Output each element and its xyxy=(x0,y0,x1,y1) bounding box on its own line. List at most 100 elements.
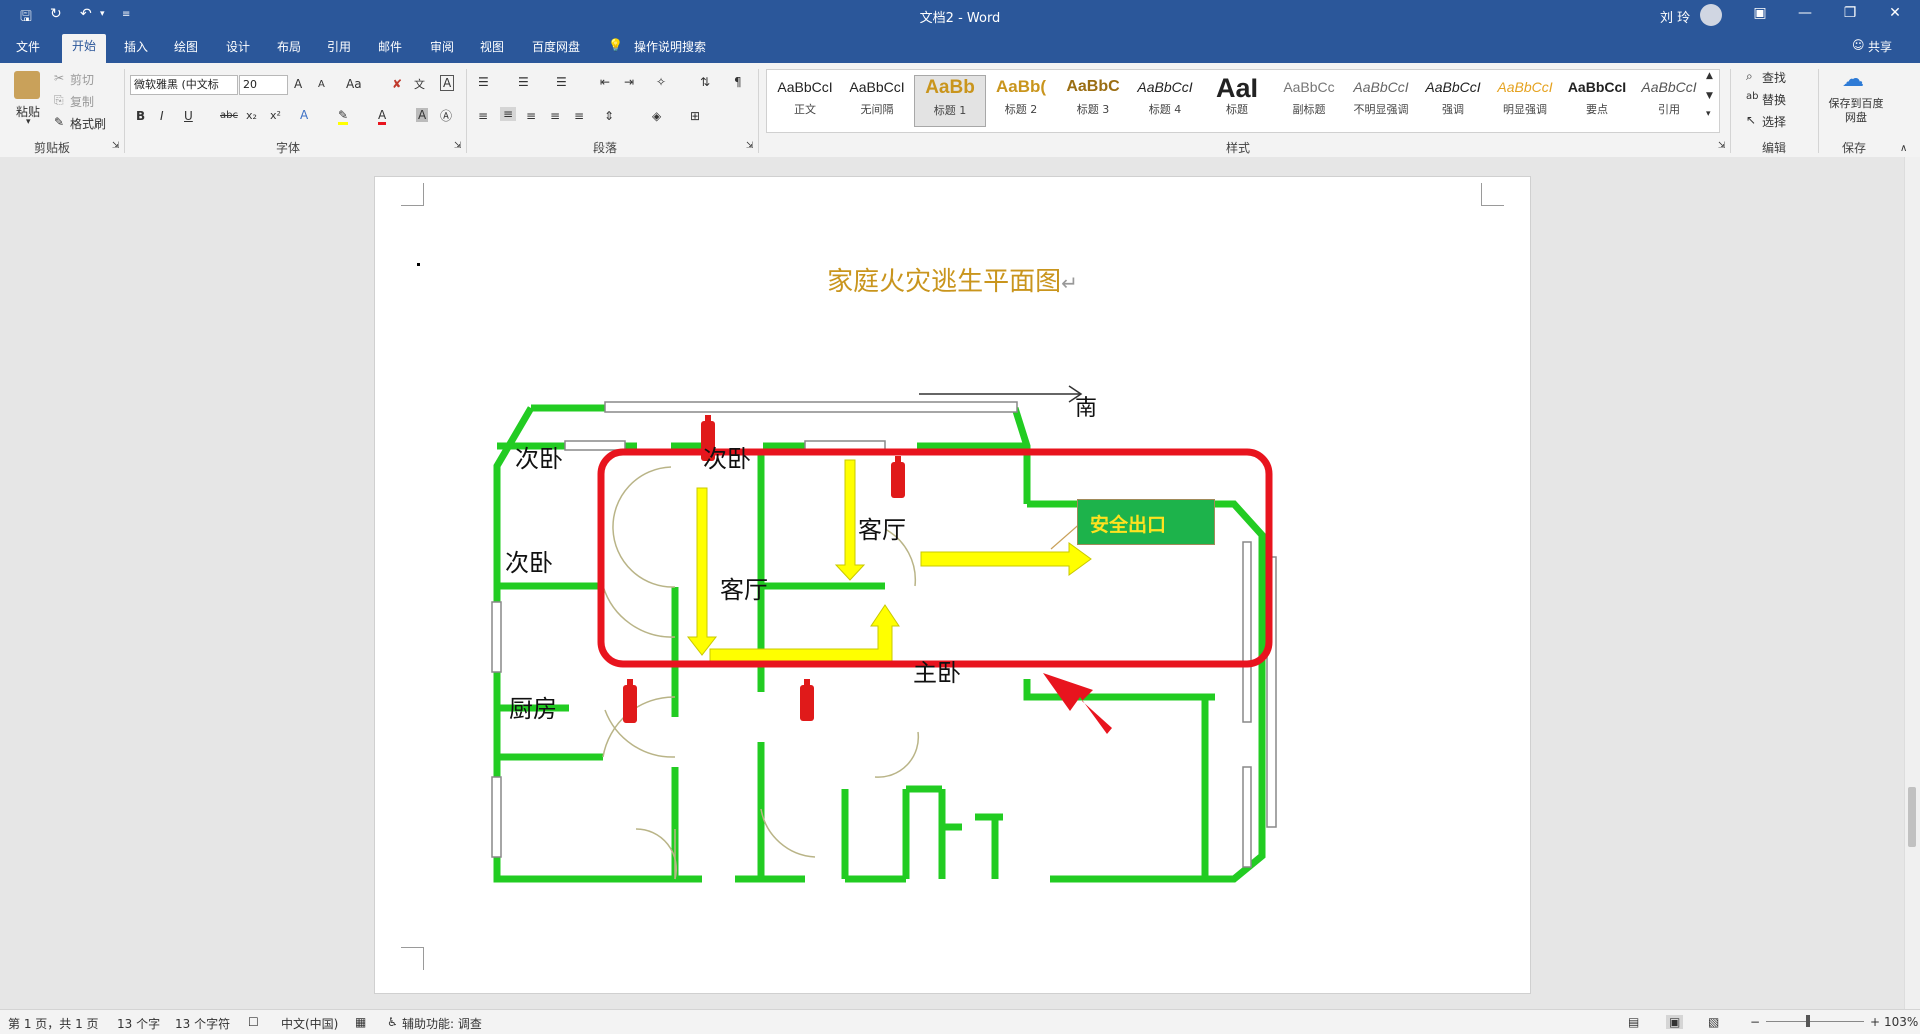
decrease-indent-icon[interactable]: ⇤ xyxy=(600,75,610,89)
dialog-launcher-icon[interactable]: ⇲ xyxy=(112,141,120,151)
underline-button[interactable]: U xyxy=(184,109,193,123)
macro-icon[interactable]: ▦ xyxy=(355,1015,366,1029)
tab-review[interactable]: 审阅 xyxy=(430,38,454,55)
change-case-button[interactable]: Aa xyxy=(346,77,362,91)
tab-draw[interactable]: 绘图 xyxy=(174,38,198,55)
zoom-out-icon[interactable]: − xyxy=(1750,1015,1760,1029)
tab-design[interactable]: 设计 xyxy=(226,38,250,55)
replace-icon[interactable]: ab xyxy=(1746,91,1758,102)
zoom-in-icon[interactable]: + xyxy=(1870,1015,1880,1029)
cut-icon[interactable]: ✂ xyxy=(54,71,64,85)
bold-button[interactable]: B xyxy=(136,109,145,123)
font-name-select[interactable]: 微软雅黑 (中文标 xyxy=(130,75,238,95)
superscript-button[interactable]: x² xyxy=(270,109,281,122)
tab-home[interactable]: 开始 xyxy=(62,34,107,63)
save-to-baidu-button[interactable]: 保存到百度网盘 xyxy=(1826,97,1886,125)
page-count[interactable]: 第 1 页，共 1 页 xyxy=(8,1015,99,1032)
style-emphasis[interactable]: AaBbCcI 强调 xyxy=(1418,75,1488,125)
more-styles-icon[interactable]: ▾ xyxy=(1706,109,1711,119)
baidu-netdisk-icon[interactable]: ☁ xyxy=(1842,67,1864,92)
style-heading-4[interactable]: AaBbCcI 标题 4 xyxy=(1130,75,1200,125)
format-painter-button[interactable]: 格式刷 xyxy=(70,115,106,132)
scrollbar-thumb[interactable] xyxy=(1908,787,1916,847)
find-button[interactable]: 查找 xyxy=(1762,69,1786,86)
character-shading-icon[interactable]: A xyxy=(416,108,429,122)
accessibility-status[interactable]: 辅助功能: 调查 xyxy=(402,1015,482,1032)
style-intense-emphasis[interactable]: AaBbCcI 明显强调 xyxy=(1490,75,1560,125)
align-right-icon[interactable]: ≡ xyxy=(526,109,536,123)
paste-icon[interactable] xyxy=(14,71,40,99)
font-size-select[interactable]: 20 xyxy=(239,75,288,95)
line-spacing-icon[interactable]: ⇕ xyxy=(604,109,614,123)
scroll-down-icon[interactable]: ▼ xyxy=(1706,91,1713,101)
clear-format-icon[interactable]: ✘ xyxy=(392,77,402,91)
tab-file[interactable]: 文件 xyxy=(16,38,40,55)
zoom-slider-thumb[interactable] xyxy=(1806,1015,1810,1027)
zoom-slider[interactable] xyxy=(1766,1021,1864,1022)
web-layout-icon[interactable]: ▧ xyxy=(1708,1015,1719,1029)
floor-plan[interactable] xyxy=(375,177,1530,993)
subscript-button[interactable]: x₂ xyxy=(246,109,257,122)
text-effects-icon[interactable]: A xyxy=(300,108,308,122)
grow-font-button[interactable]: A xyxy=(294,77,302,91)
shrink-font-button[interactable]: A xyxy=(318,79,325,90)
restore-icon[interactable]: ❐ xyxy=(1830,5,1870,21)
font-color-icon[interactable]: A xyxy=(378,108,387,125)
select-icon[interactable]: ↖ xyxy=(1746,113,1756,127)
minimize-icon[interactable]: — xyxy=(1785,5,1825,21)
style-normal[interactable]: AaBbCcI 正文 xyxy=(770,75,840,125)
style-heading-1[interactable]: AaBb 标题 1 xyxy=(914,75,986,127)
copy-button[interactable]: 复制 xyxy=(70,93,94,110)
zoom-level[interactable]: 103% xyxy=(1884,1015,1918,1029)
phonetic-guide-icon[interactable]: 文 xyxy=(414,76,425,92)
user-name[interactable]: 刘 玲 xyxy=(1660,7,1690,26)
copy-icon[interactable]: ⎘ xyxy=(54,93,64,108)
tab-baidu-netdisk[interactable]: 百度网盘 xyxy=(532,38,580,55)
character-border-icon[interactable]: A xyxy=(440,75,455,91)
italic-button[interactable]: I xyxy=(160,109,164,123)
close-icon[interactable]: ✕ xyxy=(1875,5,1915,21)
chinese-layout-icon[interactable]: ✧ xyxy=(656,75,666,89)
enclose-character-icon[interactable]: Ⓐ xyxy=(440,107,452,124)
safety-exit-box[interactable]: 安全出口 xyxy=(1077,499,1215,545)
multilevel-list-icon[interactable]: ☰ xyxy=(556,75,567,89)
style-strong[interactable]: AaBbCcI 要点 xyxy=(1562,75,1632,125)
language-status[interactable]: 中文(中国) xyxy=(281,1015,338,1032)
format-painter-icon[interactable]: ✎ xyxy=(54,115,64,129)
tab-references[interactable]: 引用 xyxy=(327,38,351,55)
chevron-down-icon[interactable]: ▾ xyxy=(26,117,31,127)
shading-icon[interactable]: ◈ xyxy=(652,109,661,123)
distributed-icon[interactable]: ≡ xyxy=(574,109,584,123)
ribbon-display-icon[interactable]: ▣ xyxy=(1740,5,1780,21)
avatar[interactable] xyxy=(1700,4,1722,26)
tab-view[interactable]: 视图 xyxy=(480,38,504,55)
cut-button[interactable]: 剪切 xyxy=(70,71,94,88)
char-count[interactable]: 13 个字符 xyxy=(175,1015,230,1032)
style-title[interactable]: AaI 标题 xyxy=(1202,75,1272,125)
justify-icon[interactable]: ≡ xyxy=(550,109,560,123)
replace-button[interactable]: 替换 xyxy=(1762,91,1786,108)
tell-me-search[interactable]: 操作说明搜索 xyxy=(634,38,706,55)
style-heading-3[interactable]: AaBbC 标题 3 xyxy=(1058,75,1128,125)
dialog-launcher-icon[interactable]: ⇲ xyxy=(746,141,754,151)
sort-icon[interactable]: ⇅ xyxy=(700,75,710,89)
vertical-scrollbar[interactable] xyxy=(1904,157,1920,1009)
read-mode-icon[interactable]: ▤ xyxy=(1628,1015,1639,1029)
tab-mailings[interactable]: 邮件 xyxy=(378,38,402,55)
show-marks-icon[interactable]: ¶ xyxy=(734,75,742,89)
dialog-launcher-icon[interactable]: ⇲ xyxy=(1718,141,1726,151)
tab-insert[interactable]: 插入 xyxy=(124,38,148,55)
align-left-icon[interactable]: ≡ xyxy=(478,109,488,123)
numbering-icon[interactable]: ☰ xyxy=(518,75,529,89)
search-icon[interactable]: ⌕ xyxy=(1746,69,1753,84)
highlight-icon[interactable]: ✎ xyxy=(338,108,349,125)
dialog-launcher-icon[interactable]: ⇲ xyxy=(454,141,462,151)
style-no-spacing[interactable]: AaBbCcI 无间隔 xyxy=(842,75,912,125)
collapse-ribbon-icon[interactable]: ∧ xyxy=(1900,143,1907,154)
style-subtitle[interactable]: AaBbCc 副标题 xyxy=(1274,75,1344,125)
align-center-icon[interactable]: ≡ xyxy=(500,107,517,121)
scroll-up-icon[interactable]: ▲ xyxy=(1706,71,1713,81)
strikethrough-button[interactable]: abc xyxy=(220,110,238,121)
proofing-icon[interactable]: ☐ xyxy=(248,1015,259,1029)
word-count[interactable]: 13 个字 xyxy=(117,1015,160,1032)
